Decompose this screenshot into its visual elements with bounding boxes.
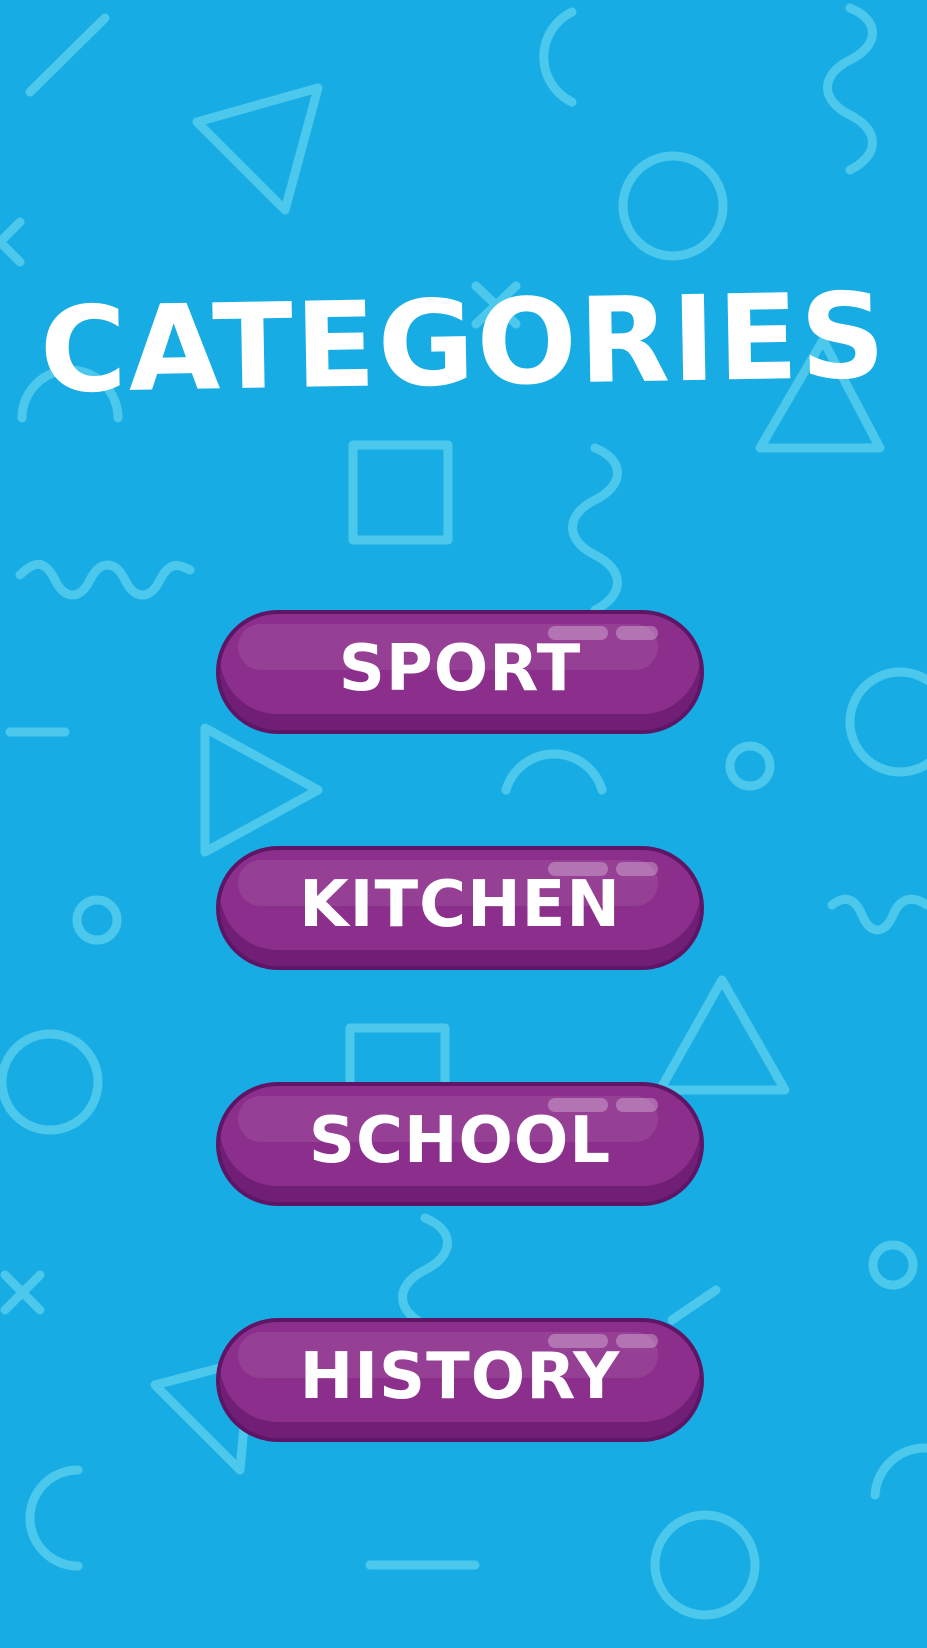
- circle-shape: [650, 1510, 760, 1620]
- triangle-shape: [655, 975, 790, 1095]
- kitchen-category-button[interactable]: KITCHEN: [216, 846, 704, 970]
- circle-shape: [725, 741, 775, 791]
- square-shape: [348, 440, 453, 545]
- circle-shape: [72, 895, 122, 945]
- arc-shape: [539, 7, 577, 107]
- arc-shape: [870, 1443, 927, 1500]
- triangle-shape: [192, 83, 323, 215]
- triangle-shape: [200, 723, 323, 857]
- circle-shape: [618, 151, 728, 261]
- school-category-button[interactable]: SCHOOL: [216, 1082, 704, 1206]
- page-title: CATEGORIES: [38, 266, 889, 420]
- squiggle-shape: [398, 1213, 452, 1330]
- arc-shape: [25, 1465, 83, 1571]
- line-shape: [667, 1285, 721, 1325]
- sport-button-label: SPORT: [338, 632, 582, 706]
- circle-shape: [845, 667, 927, 777]
- sport-category-button[interactable]: SPORT: [216, 610, 704, 734]
- history-category-button[interactable]: HISTORY: [216, 1318, 704, 1442]
- squiggle-shape: [827, 894, 927, 935]
- categories-screen: CATEGORIES SPORT KITCHEN SCHOOL HISTORY: [0, 0, 927, 1648]
- squiggle-shape: [823, 3, 877, 175]
- arc-shape: [501, 749, 607, 795]
- kitchen-button-label: KITCHEN: [299, 868, 621, 942]
- school-button-label: SCHOOL: [308, 1104, 612, 1178]
- history-button-label: HISTORY: [299, 1340, 621, 1414]
- line-shape: [25, 13, 110, 97]
- squiggle-shape: [15, 559, 195, 600]
- circle-shape: [868, 1240, 918, 1290]
- squiggle-shape: [568, 443, 622, 615]
- circle-shape: [0, 1029, 103, 1135]
